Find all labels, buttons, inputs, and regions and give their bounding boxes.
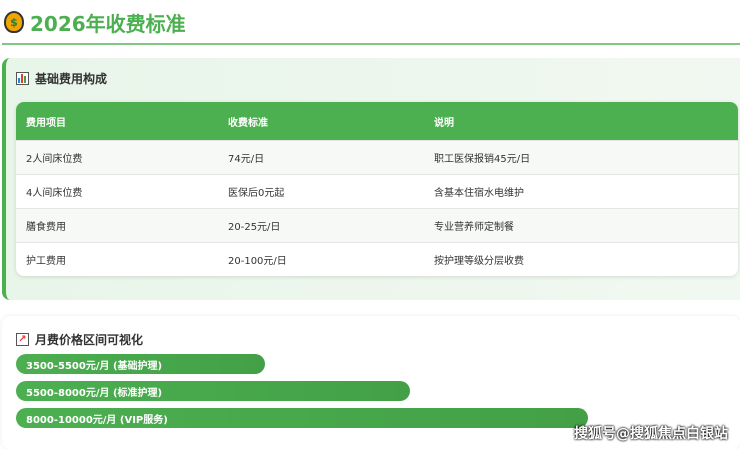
table-cell: 4人间床位费 [26,188,83,199]
basic-fee-section: 基础费用构成 费用项目 收费标准 说明 2人间床位费 74元/日 职工医保报销45元… [2,58,740,300]
table-cell: 职工医保报销45元/日 [434,154,531,165]
table-cell: 护工费用 [26,256,66,267]
table-cell: 20-25元/日 [228,222,281,233]
price-range-bar: 8000-10000元/月 (VIP服务) [16,408,588,428]
table-cell: 2人间床位费 [26,154,83,165]
section-title-text: 基础费用构成 [35,72,108,86]
table-cell: 医保后0元起 [228,188,285,199]
table-cell: 含基本住宿水电维护 [434,188,524,199]
table-row: 护工费用 20-100元/日 按护理等级分层收费 [16,242,738,276]
table-cell: 74元/日 [228,154,265,165]
section-title: 基础费用构成 [16,70,107,87]
price-range-bar: 5500-8000元/月 (标准护理) [16,381,411,401]
watermark: 搜狐号@搜狐焦点白银站 [574,426,728,442]
money-bag-icon: $ [4,11,24,33]
table-row: 2人间床位费 74元/日 职工医保报销45元/日 [16,140,738,174]
table-header: 费用项目 收费标准 说明 [16,102,738,140]
page-title-text: 2026年收费标准 [30,11,186,36]
table-cell: 膳食费用 [26,222,66,233]
title-divider [2,43,740,45]
section-title: ↗ 月费价格区间可视化 [16,331,143,348]
column-header: 收费标准 [228,117,268,129]
line-chart-icon: ↗ [16,333,29,346]
fee-table: 费用项目 收费标准 说明 2人间床位费 74元/日 职工医保报销45元/日 4人间床位… [16,102,738,276]
bar-chart-icon [16,72,29,85]
column-header: 说明 [434,117,454,129]
table-row: 4人间床位费 医保后0元起 含基本住宿水电维护 [16,174,738,208]
column-header: 费用项目 [26,117,66,129]
section-title-text: 月费价格区间可视化 [35,333,144,347]
table-cell: 按护理等级分层收费 [434,256,524,267]
price-range-bar: 3500-5500元/月 (基础护理) [16,354,265,374]
table-row: 膳食费用 20-25元/日 专业营养师定制餐 [16,208,738,242]
page-title: $ 2026年收费标准 [4,6,186,38]
table-cell: 专业营养师定制餐 [434,222,514,233]
table-cell: 20-100元/日 [228,256,287,267]
